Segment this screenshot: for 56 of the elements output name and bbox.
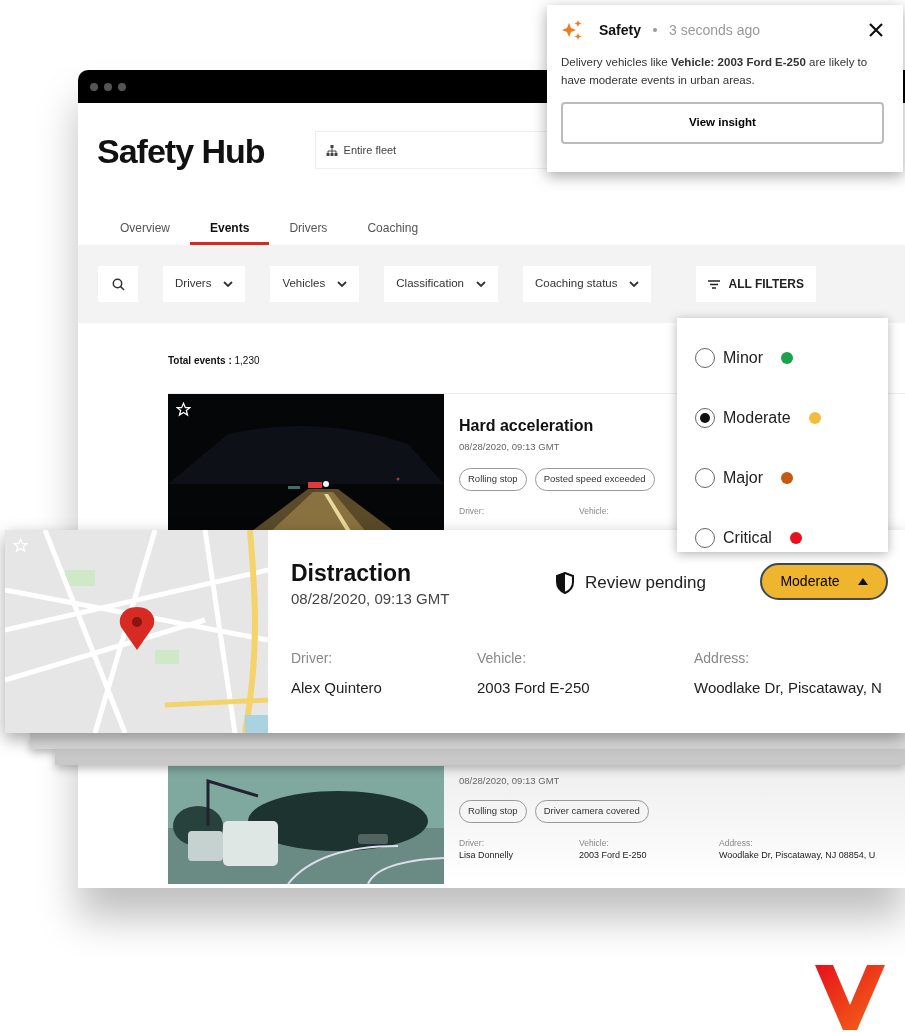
field-label: Vehicle:: [579, 504, 610, 518]
event-title: Hard acceleration: [459, 416, 594, 436]
all-filters-button[interactable]: ALL FILTERS: [696, 266, 817, 302]
tab[interactable]: Overview: [100, 213, 190, 245]
field-value: Alex Quintero: [291, 678, 383, 699]
brand-logo-icon: [815, 965, 885, 1030]
severity-option[interactable]: Minor: [695, 328, 793, 388]
filter-dropdown[interactable]: Vehicles: [270, 266, 360, 302]
star-icon[interactable]: [13, 538, 28, 553]
chevron-down-icon: [223, 281, 234, 287]
close-icon: [869, 22, 883, 37]
field-label: Address:: [719, 836, 754, 850]
field-label: Driver:: [291, 649, 334, 669]
notification-source: Safety: [599, 20, 642, 40]
chevron-down-icon: [337, 281, 348, 287]
window-dot: [118, 82, 126, 91]
field-value: Woodlake Dr, Piscataway, NJ 08854, U: [719, 849, 876, 863]
event-title: Distraction: [291, 560, 412, 588]
field-value: 2003 Ford E-250: [477, 678, 591, 699]
field-value: 2003 Ford E-250: [579, 849, 647, 863]
chevron-down-icon: [629, 281, 640, 287]
view-insight-button[interactable]: View insight: [561, 101, 884, 144]
search-icon: [111, 277, 125, 291]
review-status: Review pending: [555, 570, 706, 596]
event-date: 08/28/2020, 09:13 GMT: [459, 440, 561, 454]
field-value: Woodlake Dr, Piscataway, N: [694, 678, 883, 699]
severity-option[interactable]: Major: [695, 448, 793, 508]
shield-icon: [555, 571, 575, 594]
filter-dropdown[interactable]: Coaching status: [523, 266, 652, 302]
app-title: Safety Hub: [97, 131, 265, 172]
search-button[interactable]: [98, 266, 138, 302]
chevron-down-icon: [476, 281, 486, 287]
notification-message: Delivery vehicles like Vehicle: 2003 Ford E-250 are likely to have moderate events in urban areas.: [561, 55, 869, 89]
field-label: Vehicle:: [477, 649, 528, 669]
event-date: 08/28/2020, 09:13 GMT: [459, 774, 561, 788]
field-label: Address:: [694, 649, 751, 669]
severity-dropdown[interactable]: Moderate: [760, 563, 888, 600]
sparkle-icon: [561, 19, 583, 41]
filter-dropdown[interactable]: Classification: [384, 266, 498, 302]
fleet-label: Entire fleet: [343, 142, 397, 158]
tab[interactable]: Drivers: [269, 213, 348, 245]
notification-time: 3 seconds ago: [669, 20, 761, 40]
filter-dropdown[interactable]: Drivers: [163, 266, 246, 302]
field-label: Driver:: [459, 504, 486, 518]
severity-option[interactable]: Moderate: [695, 388, 821, 448]
window-dot: [90, 82, 98, 91]
event-date: 08/28/2020, 09:13 GMT: [291, 588, 451, 609]
total-events-text: Total events : 1,230: [168, 354, 260, 368]
window-dot: [104, 82, 112, 91]
field-label: Vehicle:: [579, 836, 610, 850]
separator-dot: [653, 28, 658, 32]
tab[interactable]: Coaching: [347, 213, 439, 245]
field-value: Lisa Donnelly: [459, 849, 514, 863]
hierarchy-icon: [325, 144, 338, 156]
filter-icon: [708, 279, 721, 289]
field-label: Driver:: [459, 836, 486, 850]
